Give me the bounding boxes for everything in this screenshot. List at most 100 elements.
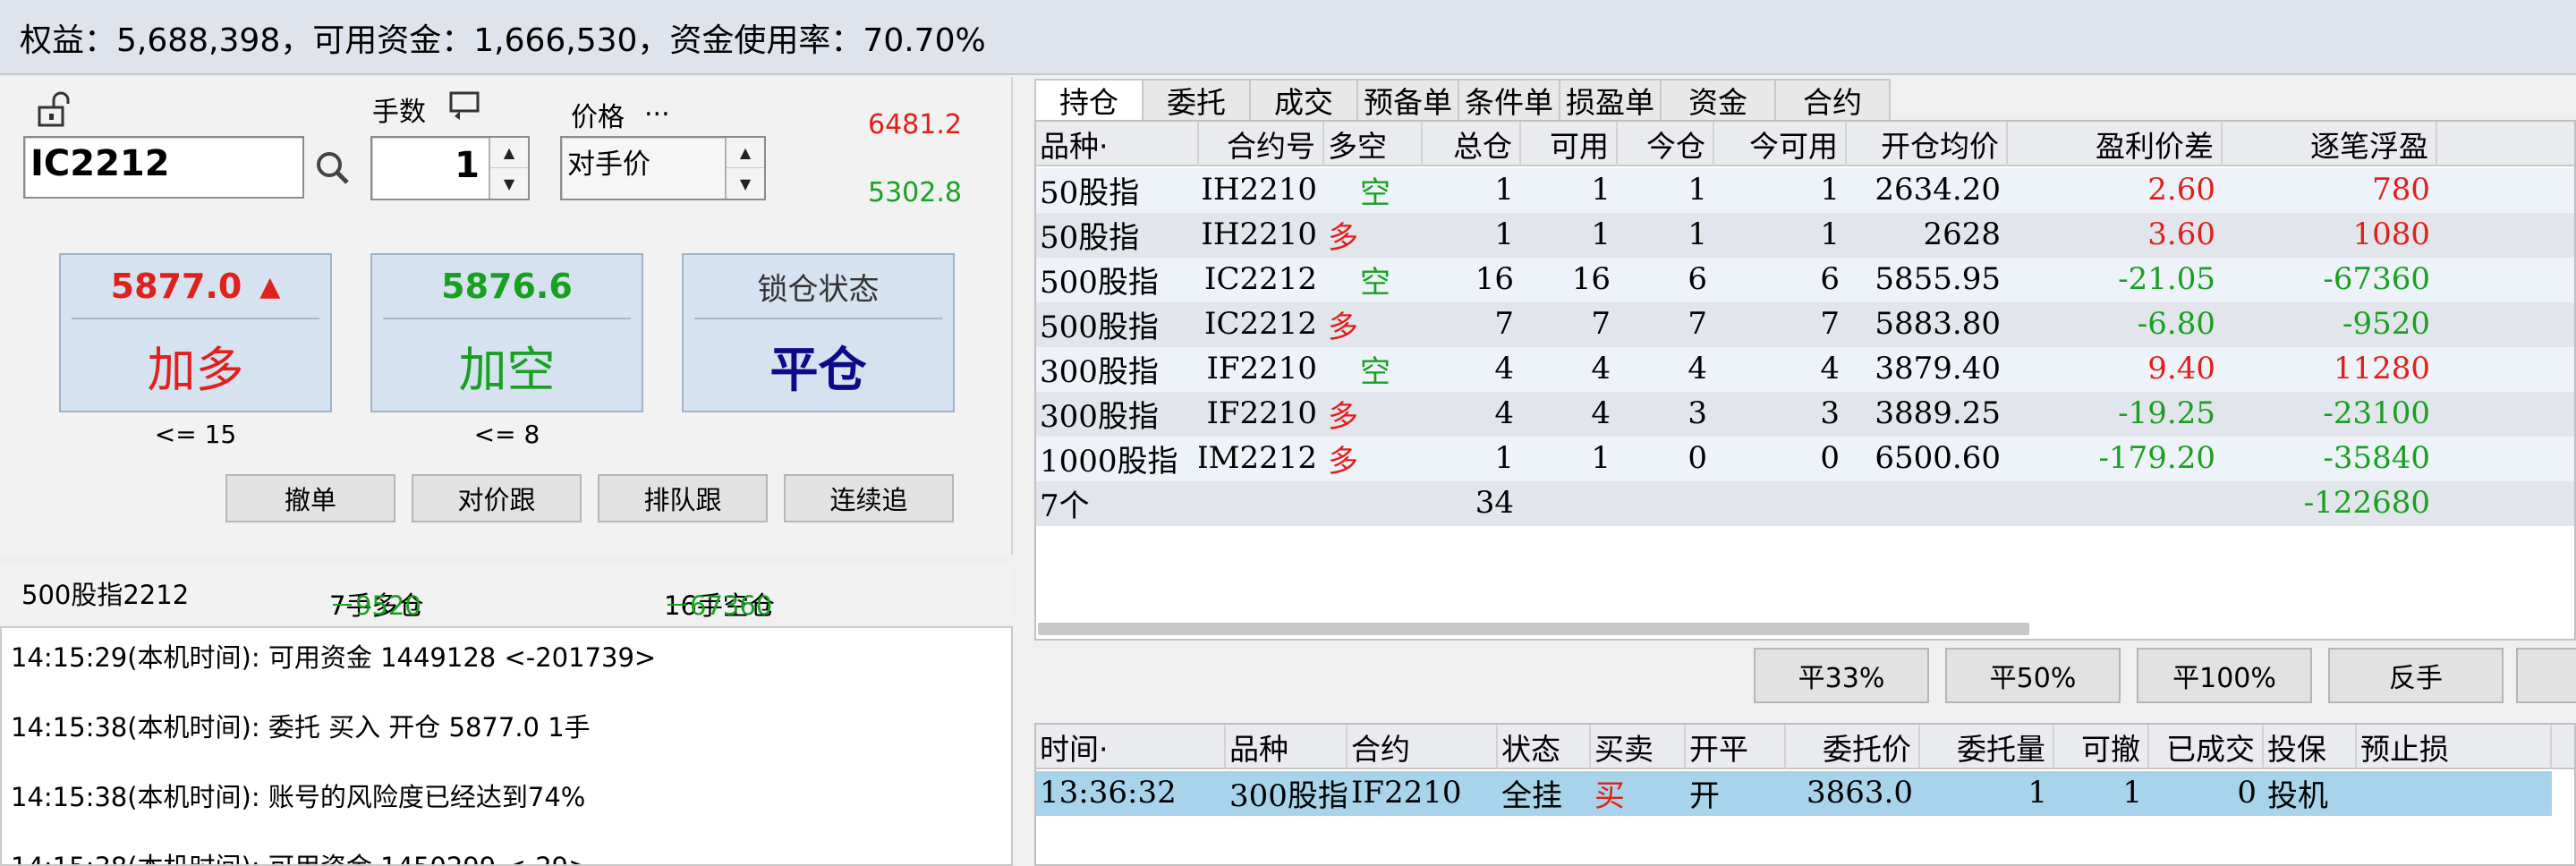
queue-follow-button[interactable]: 排队跟: [598, 474, 768, 522]
position-cell-product: 300股指: [1040, 353, 1159, 390]
close-33-button[interactable]: 平33%: [1754, 648, 1929, 703]
position-cell-price-diff: -6.80: [2137, 306, 2215, 342]
lots-decrement-button[interactable]: ▼: [490, 168, 528, 199]
tab-prepared-orders[interactable]: 预备单: [1358, 79, 1459, 120]
lots-value: 1: [455, 145, 480, 186]
position-row[interactable]: 50股指 IH2210 空 1 1 1 1 2634.20 2.60 780: [1036, 168, 2574, 213]
position-cell-total: 1: [1494, 440, 1514, 476]
order-cell-side: 买: [1594, 777, 1625, 814]
buy-long-button[interactable]: 5877.0 ▲ 加多: [59, 253, 332, 412]
col-header-today[interactable]: 今仓: [1618, 122, 1714, 166]
position-cell-today: 3: [1688, 395, 1707, 431]
col-header-today-available[interactable]: 今可用: [1714, 122, 1847, 166]
summary-short-pnl: －67360: [664, 590, 773, 621]
contract-input[interactable]: IC2212: [23, 136, 304, 199]
col-header-order-product[interactable]: 品种: [1226, 725, 1348, 769]
tab-positions[interactable]: 持仓: [1034, 79, 1143, 120]
position-cell-product: 50股指: [1040, 219, 1140, 256]
buy-limit-text: <= 15: [154, 420, 237, 449]
col-header-order-price[interactable]: 委托价: [1786, 725, 1920, 769]
col-header-side[interactable]: 买卖: [1591, 725, 1686, 769]
position-row[interactable]: 50股指 IH2210 多 1 1 1 1 2628 3.60 1080: [1036, 213, 2574, 258]
position-cell-today: 1: [1688, 216, 1707, 252]
unlock-icon[interactable]: [34, 89, 73, 129]
col-header-total[interactable]: 总仓: [1423, 122, 1521, 166]
position-cell-direction: 空: [1360, 353, 1390, 390]
extra-action-button[interactable]: [2516, 648, 2576, 703]
col-header-status[interactable]: 状态: [1498, 725, 1591, 769]
tab-contracts[interactable]: 合约: [1776, 79, 1891, 120]
col-header-float-pnl[interactable]: 逐笔浮盈: [2223, 122, 2437, 166]
position-row[interactable]: 300股指 IF2210 空 4 4 4 4 3879.40 9.40 11280: [1036, 347, 2574, 392]
total-lots: 34: [1475, 485, 1514, 521]
position-cell-total: 1: [1494, 216, 1514, 252]
col-header-contract[interactable]: 合约号: [1199, 122, 1324, 166]
order-cell-status: 全挂: [1501, 777, 1562, 814]
position-cell-price-diff: 2.60: [2147, 172, 2215, 208]
price-type-value: 对手价: [567, 149, 650, 181]
position-cell-available: 1: [1591, 216, 1611, 252]
position-cell-float-pnl: -35840: [2323, 440, 2430, 476]
tab-stop-orders[interactable]: 损盈单: [1560, 79, 1662, 120]
price-type-select[interactable]: 对手价 ▲ ▼: [560, 136, 766, 200]
log-line: 14:15:38(本机时间): 可用资金 1450299 <-29>: [11, 846, 590, 864]
position-row[interactable]: 300股指 IF2210 多 4 4 3 3 3889.25 -19.25 -23100: [1036, 392, 2574, 437]
message-log[interactable]: 14:15:29(本机时间): 可用资金 1449128 <-201739> 1…: [0, 626, 1013, 866]
position-row[interactable]: 1000股指 IM2212 多 1 1 0 0 6500.60 -179.20 -35840: [1036, 437, 2574, 481]
position-cell-today-available: 4: [1820, 351, 1840, 386]
position-cell-float-pnl: 11280: [2333, 351, 2430, 386]
up-arrow-icon: ▲: [259, 270, 281, 302]
col-header-avg-price[interactable]: 开仓均价: [1847, 122, 2008, 166]
position-row[interactable]: 500股指 IC2212 空 16 16 6 6 5855.95 -21.05 -67360: [1036, 258, 2574, 302]
price-more-button[interactable]: ...: [644, 91, 670, 123]
position-cell-today-available: 3: [1820, 395, 1840, 431]
position-cell-avg-price: 6500.60: [1875, 440, 2001, 476]
col-header-direction[interactable]: 多空: [1324, 122, 1423, 166]
col-header-product[interactable]: 品种·: [1036, 122, 1199, 166]
position-cell-direction: 空: [1360, 174, 1390, 211]
position-cell-available: 7: [1591, 306, 1611, 342]
search-icon[interactable]: [313, 149, 353, 188]
horizontal-scrollbar[interactable]: [1038, 623, 2029, 635]
tab-orders[interactable]: 委托: [1143, 79, 1251, 120]
sell-short-button[interactable]: 5876.6 加空: [370, 253, 643, 412]
lots-increment-button[interactable]: ▲: [490, 138, 528, 168]
continuous-chase-button[interactable]: 连续追: [784, 474, 954, 522]
tab-conditional-orders[interactable]: 条件单: [1459, 79, 1560, 120]
summary-contract-name: 500股指2212: [21, 580, 190, 610]
tab-funds[interactable]: 资金: [1662, 79, 1776, 120]
col-header-order-qty[interactable]: 委托量: [1920, 725, 2054, 769]
position-cell-avg-price: 2628: [1923, 216, 2001, 252]
position-cell-contract: IF2210: [1206, 395, 1317, 431]
price-up-button[interactable]: ▲: [727, 138, 764, 168]
close-position-button[interactable]: 锁仓状态 平仓: [682, 253, 955, 412]
lots-toggle-icon[interactable]: [446, 89, 483, 122]
col-header-filled[interactable]: 已成交: [2149, 725, 2264, 769]
lots-stepper[interactable]: 1 ▲ ▼: [370, 136, 530, 200]
close-50-button[interactable]: 平50%: [1945, 648, 2121, 703]
position-row[interactable]: 500股指 IC2212 多 7 7 7 7 5883.80 -6.80 -9520: [1036, 302, 2574, 347]
col-header-cancelable[interactable]: 可撤: [2054, 725, 2149, 769]
position-cell-today: 6: [1688, 261, 1707, 297]
price-down-button[interactable]: ▼: [727, 168, 764, 199]
contract-input-value: IC2212: [30, 143, 170, 184]
col-header-open-close[interactable]: 开平: [1686, 725, 1786, 769]
position-cell-contract: IM2212: [1199, 440, 1317, 476]
order-cell-qty: 1: [2028, 775, 2047, 811]
col-header-price-diff[interactable]: 盈利价差: [2008, 122, 2223, 166]
tab-trades[interactable]: 成交: [1251, 79, 1358, 120]
col-header-stop-loss[interactable]: 预止损: [2357, 725, 2552, 769]
reverse-button[interactable]: 反手: [2328, 648, 2504, 703]
position-cell-avg-price: 3879.40: [1875, 351, 2001, 386]
orders-header-row: 时间· 品种 合约 状态 买卖 开平 委托价 委托量 可撤 已成交 投保 预止损: [1036, 725, 2574, 769]
close-100-button[interactable]: 平100%: [2137, 648, 2312, 703]
col-header-time[interactable]: 时间·: [1036, 725, 1226, 769]
limit-down-price: 5302.8: [868, 177, 962, 208]
cancel-order-button[interactable]: 撤单: [225, 474, 395, 522]
counter-price-follow-button[interactable]: 对价跟: [412, 474, 582, 522]
col-header-order-contract[interactable]: 合约: [1348, 725, 1498, 769]
col-header-hedge[interactable]: 投保: [2264, 725, 2357, 769]
order-row[interactable]: 13:36:32 300股指 IF2210 全挂买 开 3863.0 1 1 0 投机: [1036, 771, 2552, 816]
col-header-available[interactable]: 可用: [1521, 122, 1618, 166]
position-cell-today-available: 1: [1820, 172, 1840, 208]
